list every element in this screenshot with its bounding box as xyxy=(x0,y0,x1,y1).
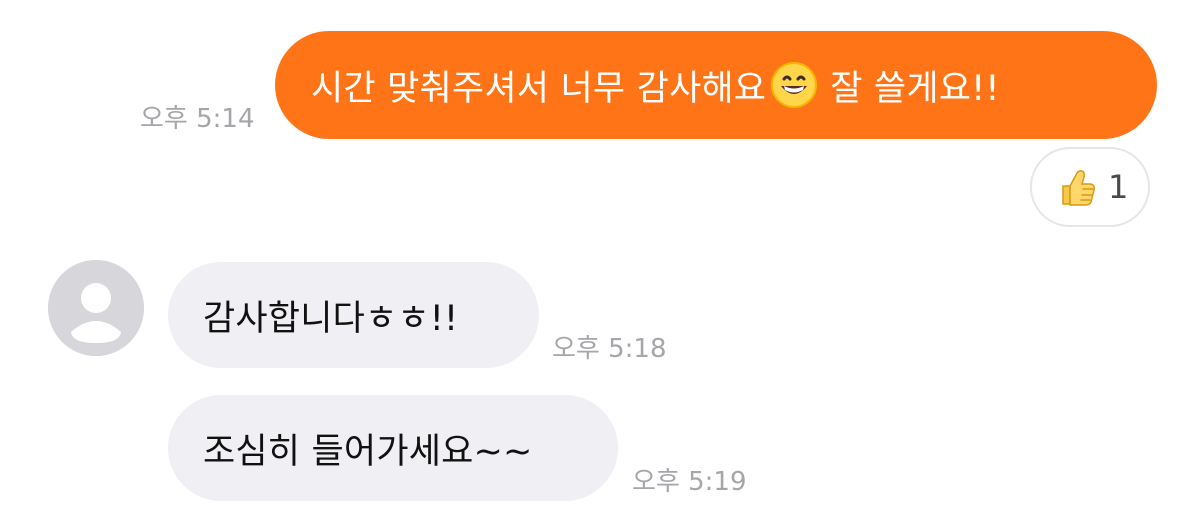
chat-thread: 오후 5:14 시간 맞춰주셔서 너무 감사해요 잘 쓸게요!! 1 감사합니다… xyxy=(0,0,1203,512)
thumbs-up-emoji-icon xyxy=(1054,164,1100,210)
sender-avatar[interactable] xyxy=(48,260,144,356)
message-text-before-emoji: 시간 맞춰주셔서 너무 감사해요 xyxy=(311,68,767,109)
incoming-message-bubble[interactable]: 감사합니다ㅎㅎ!! xyxy=(168,262,539,368)
grinning-face-emoji-icon xyxy=(770,61,818,109)
incoming-message-bubble[interactable]: 조심히 들어가세요~~ xyxy=(168,395,618,501)
message-time: 오후 5:14 xyxy=(140,104,255,134)
reaction-badge[interactable]: 1 xyxy=(1030,147,1150,227)
message-time: 오후 5:18 xyxy=(552,334,667,364)
message-text-after-emoji: 잘 쓸게요!! xyxy=(830,68,1000,109)
outgoing-message-bubble[interactable]: 시간 맞춰주셔서 너무 감사해요 잘 쓸게요!! xyxy=(275,31,1157,139)
message-time: 오후 5:19 xyxy=(632,467,747,497)
reaction-count: 1 xyxy=(1108,168,1129,206)
